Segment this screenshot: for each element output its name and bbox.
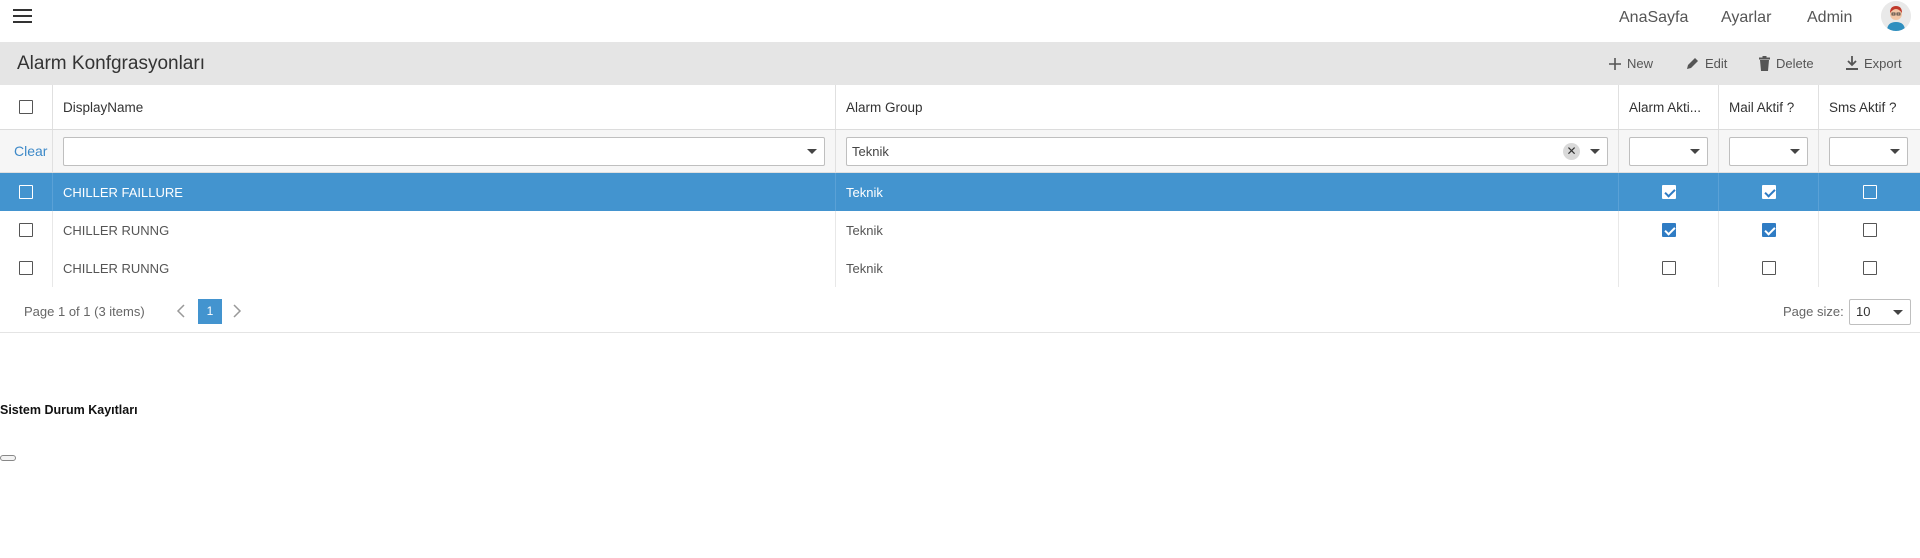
row-select-checkbox[interactable] (19, 223, 33, 237)
pencil-icon (1687, 58, 1698, 69)
column-header-sms-active[interactable]: Sms Aktif ? (1819, 85, 1920, 129)
page-size-dropdown[interactable]: 10 (1849, 299, 1911, 325)
sms-active-checkbox[interactable] (1862, 223, 1877, 237)
filter-displayname-cell (53, 130, 836, 172)
alarm-active-checkbox[interactable] (1661, 223, 1676, 237)
cell-alarm-group: Teknik (836, 173, 1619, 211)
nav-settings-link[interactable]: Ayarlar (1721, 0, 1771, 36)
nav-admin-link[interactable]: Admin (1807, 0, 1852, 36)
export-button-label: Export (1864, 56, 1902, 71)
filter-alarm-active-cell (1619, 130, 1719, 172)
chevron-down-icon (1890, 149, 1900, 154)
row-select-cell (0, 211, 53, 249)
edit-button-label: Edit (1705, 56, 1728, 71)
user-avatar-icon[interactable] (1881, 1, 1911, 31)
cell-alarm-group: Teknik (836, 211, 1619, 249)
download-icon (1846, 56, 1858, 70)
pager-summary: Page 1 of 1 (3 items) (24, 304, 145, 319)
cell-alarm-active (1619, 173, 1719, 211)
new-button[interactable]: New (1608, 42, 1653, 85)
mail-active-checkbox[interactable] (1761, 185, 1776, 199)
column-header-displayname[interactable]: DisplayName (53, 85, 836, 129)
row-select-cell (0, 249, 53, 287)
table-row[interactable]: CHILLER RUNNG Teknik (0, 249, 1920, 287)
mail-active-checkbox[interactable] (1761, 223, 1776, 237)
pager-page-button[interactable]: 1 (198, 299, 222, 324)
filter-sms-active-cell (1819, 130, 1920, 172)
grid-header-row: DisplayName Alarm Group Alarm Akti... Ma… (0, 85, 1920, 130)
filter-clear-cell: Clear (0, 130, 53, 172)
grid-filter-row: Clear Teknik ✕ (0, 130, 1920, 173)
cell-mail-active (1719, 173, 1819, 211)
grid-pager: Page 1 of 1 (3 items) 1 Page size: 10 (0, 290, 1920, 333)
trash-icon (1759, 56, 1770, 71)
select-all-cell (0, 85, 53, 129)
chevron-right-icon[interactable] (232, 303, 242, 319)
displayname-filter-dropdown[interactable] (63, 137, 825, 166)
collapsed-button[interactable] (0, 455, 16, 461)
row-select-cell (0, 173, 53, 211)
chevron-down-icon (1790, 149, 1800, 154)
page-size-label: Page size: (1783, 304, 1844, 319)
delete-button[interactable]: Delete (1758, 42, 1814, 85)
alarm-active-checkbox[interactable] (1661, 261, 1676, 275)
chevron-down-icon (807, 149, 817, 154)
select-all-checkbox[interactable] (19, 100, 33, 114)
mail-active-checkbox[interactable] (1761, 261, 1776, 275)
row-select-checkbox[interactable] (19, 185, 33, 199)
chevron-left-icon[interactable] (176, 303, 186, 319)
grid-titlebar: Alarm Konfgrasyonları New Edit Delete Ex… (0, 42, 1920, 85)
cell-alarm-active (1619, 249, 1719, 287)
sms-active-filter-dropdown[interactable] (1829, 137, 1908, 166)
sms-active-checkbox[interactable] (1862, 261, 1877, 275)
clear-icon[interactable]: ✕ (1563, 143, 1580, 160)
alarm-active-filter-dropdown[interactable] (1629, 137, 1708, 166)
cell-displayname: CHILLER RUNNG (53, 211, 836, 249)
chevron-down-icon (1893, 310, 1903, 315)
delete-button-label: Delete (1776, 56, 1814, 71)
column-header-alarm-active[interactable]: Alarm Akti... (1619, 85, 1719, 129)
column-header-alarm-group[interactable]: Alarm Group (836, 85, 1619, 129)
cell-sms-active (1819, 249, 1920, 287)
grid-title: Alarm Konfgrasyonları (17, 53, 205, 74)
mail-active-filter-dropdown[interactable] (1729, 137, 1808, 166)
edit-button[interactable]: Edit (1685, 42, 1727, 85)
plus-icon (1609, 57, 1621, 70)
column-header-mail-active[interactable]: Mail Aktif ? (1719, 85, 1819, 129)
clear-filter-link[interactable]: Clear (14, 143, 47, 159)
table-row[interactable]: CHILLER FAILLURE Teknik (0, 173, 1920, 211)
new-button-label: New (1627, 56, 1654, 71)
chevron-down-icon (1590, 149, 1600, 154)
cell-alarm-active (1619, 211, 1719, 249)
filter-mail-active-cell (1719, 130, 1819, 172)
export-button[interactable]: Export (1845, 42, 1902, 85)
section-title: Sistem Durum Kayıtları (0, 403, 138, 417)
cell-mail-active (1719, 249, 1819, 287)
filter-alarm-group-cell: Teknik ✕ (836, 130, 1619, 172)
nav-home-link[interactable]: AnaSayfa (1619, 0, 1688, 36)
chevron-down-icon (1690, 149, 1700, 154)
alarm-group-filter-dropdown[interactable]: Teknik ✕ (846, 137, 1608, 166)
cell-displayname: CHILLER FAILLURE (53, 173, 836, 211)
cell-sms-active (1819, 211, 1920, 249)
sms-active-checkbox[interactable] (1862, 185, 1877, 199)
cell-mail-active (1719, 211, 1819, 249)
cell-displayname: CHILLER RUNNG (53, 249, 836, 287)
cell-sms-active (1819, 173, 1920, 211)
hamburger-menu-icon[interactable] (13, 9, 32, 25)
top-navbar: AnaSayfa Ayarlar Admin (0, 0, 1920, 42)
alarm-group-filter-value: Teknik (852, 144, 889, 159)
table-row[interactable]: CHILLER RUNNG Teknik (0, 211, 1920, 249)
alarm-active-checkbox[interactable] (1661, 185, 1676, 199)
row-select-checkbox[interactable] (19, 261, 33, 275)
cell-alarm-group: Teknik (836, 249, 1619, 287)
page-size-value: 10 (1856, 304, 1871, 319)
